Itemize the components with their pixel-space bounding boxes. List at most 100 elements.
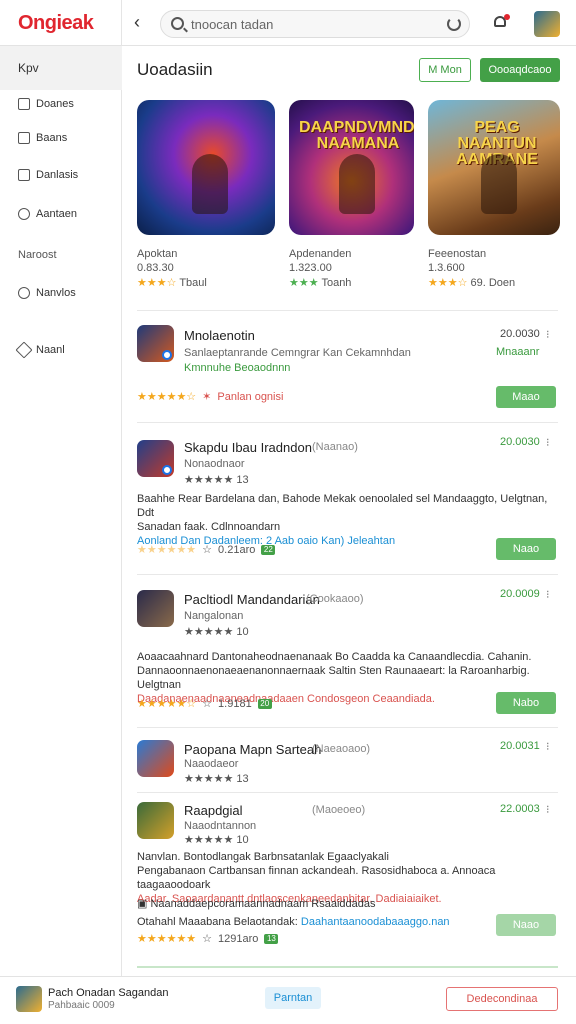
app-icon[interactable] <box>137 590 174 627</box>
search-value: tnoocan tadan <box>191 17 274 32</box>
note-text: Naanaddaepcoramaannadnaam Rsaaiddadas <box>150 898 376 910</box>
install-button[interactable]: Naao <box>496 914 556 936</box>
page-title: Uoadasiin <box>137 60 213 79</box>
user-avatar[interactable] <box>534 11 560 37</box>
app-tag: (Naanao) <box>312 441 358 453</box>
more-options-icon[interactable]: ⁝ <box>546 803 550 816</box>
character-figure <box>339 154 375 214</box>
sidebar-header[interactable]: Kpv <box>0 46 122 90</box>
app-price: 20.0030 <box>500 328 540 340</box>
more-options-icon[interactable]: ⁝ <box>546 436 550 449</box>
rating-row: ★★★★★☆ ☆ 1.9181 20 <box>137 697 272 710</box>
app-title[interactable]: Skapdu Ibau Iradndon <box>184 440 312 455</box>
app-small-rating: ★★★★★ 10 <box>184 626 249 638</box>
sidebar-header-label: Kpv <box>18 61 39 75</box>
sidebar: Kpv Doanes Baans Danlasis Aantaen Naroos… <box>0 46 122 976</box>
app-logo[interactable]: Ongieak <box>18 12 94 35</box>
sidebar-item-doanes[interactable]: Doanes <box>18 94 74 114</box>
divider <box>137 792 558 793</box>
app-subtitle: Nonaodnaor <box>184 458 245 470</box>
price-note: Mnaaanr <box>496 346 540 358</box>
app-small-rating: ★★★★★ 13 <box>184 474 249 486</box>
rating-stars: ★★★ <box>289 277 319 289</box>
app-icon[interactable] <box>137 325 174 362</box>
primary-button[interactable]: Oooaqdcaoo <box>480 58 560 82</box>
app-icon[interactable] <box>137 740 174 777</box>
bottom-bar: Pach Onadan Sagandan Pahbaaic 0009 Parnt… <box>0 976 576 1024</box>
install-button[interactable]: Nabo <box>496 692 556 714</box>
sidebar-item-nanvlos[interactable]: Nanvlos <box>18 283 76 303</box>
featured-image-1[interactable] <box>137 100 275 235</box>
app-title[interactable]: Raapdgial <box>184 803 243 818</box>
featured-image-2[interactable]: DAAPNDVMNDN NAAMANA <box>289 100 414 235</box>
rating-text: Toanh <box>321 277 352 289</box>
notification-bell-icon[interactable] <box>492 14 510 30</box>
description-line: Sanadan faak. Cdlnnoandarn <box>137 521 281 533</box>
app-tag: (Naeaoaoo) <box>312 743 371 755</box>
app-link[interactable]: Daahantaanoodabaaaggo.nan <box>301 916 450 928</box>
app-note: Kmnnuhe Beoaodnnn <box>184 362 291 374</box>
more-options-icon[interactable]: ⁝ <box>546 328 550 341</box>
app-small-rating: ★★★★★ 13 <box>184 773 249 785</box>
danger-button[interactable]: Dedecondinaa <box>446 987 558 1011</box>
featured-price: 1.323.00 <box>289 262 332 274</box>
count-badge: 22 <box>261 544 276 555</box>
app-small-rating: ★★★★★ 10 <box>184 834 249 846</box>
rating-row: ★★★★★☆ ✶ Panlan ognisi <box>137 390 284 404</box>
sidebar-item-label: Aantaen <box>36 208 77 220</box>
square-icon <box>18 98 30 110</box>
user-name: Pach Onadan Sagandan <box>48 987 169 999</box>
sidebar-item-naanl[interactable]: Naanl <box>15 340 65 360</box>
count-badge: 13 <box>264 933 279 944</box>
rating-meta: 1291aro <box>218 932 259 945</box>
app-price: 20.0031 <box>500 740 540 752</box>
sidebar-item-label: Doanes <box>36 98 74 110</box>
featured-price: 1.3.600 <box>428 262 465 274</box>
note-checkbox-icon: ▣ <box>137 898 148 910</box>
secondary-button[interactable]: Parntan <box>265 987 321 1009</box>
sidebar-item-baans[interactable]: Baans <box>18 128 67 148</box>
app-icon[interactable] <box>137 440 174 477</box>
app-link-line: Otahahl Maaabana Belaotandak: Daahantaan… <box>137 915 558 929</box>
app-title[interactable]: Mnolaenotin <box>184 328 255 343</box>
sidebar-item-label: Nanvlos <box>36 287 76 299</box>
star-icon: ✶ <box>202 391 212 403</box>
rating-stars: ★★★★★☆ <box>137 698 197 710</box>
sidebar-item-label: Danlasis <box>36 169 79 181</box>
more-options-icon[interactable]: ⁝ <box>546 740 550 753</box>
app-icon[interactable] <box>137 802 174 839</box>
star-outline-icon: ☆ <box>202 933 213 945</box>
star-outline-icon: ☆ <box>202 698 213 710</box>
description-line: Nanvlan. Bontodlangak Barbnsatanlak Egaa… <box>137 851 389 863</box>
divider <box>137 422 558 423</box>
user-avatar[interactable] <box>16 986 42 1012</box>
rating-stars: ★★★★★★ <box>137 544 197 556</box>
install-button[interactable]: Maao <box>496 386 556 408</box>
sidebar-item-danlasis[interactable]: Danlasis <box>18 165 78 185</box>
description-line: Pengabanaon Cartbansan finnan ackandeah.… <box>137 865 496 891</box>
sidebar-item-label: Baans <box>36 132 68 144</box>
rating-stars: ★★★☆ <box>137 277 177 289</box>
search-input[interactable]: tnoocan tadan <box>160 10 470 38</box>
divider <box>137 727 558 728</box>
install-button[interactable]: Naao <box>496 538 556 560</box>
featured-price: 0.83.30 <box>137 262 174 274</box>
featured-name[interactable]: Feeenostan <box>428 248 486 260</box>
sidebar-item-aantaen[interactable]: Aantaen <box>18 204 77 224</box>
refresh-icon[interactable] <box>447 17 461 31</box>
app-title[interactable]: Paopana Mapn Sarteah <box>184 742 321 757</box>
bag-icon <box>18 132 30 144</box>
divider <box>137 966 558 968</box>
back-icon[interactable]: ‹ <box>134 11 152 33</box>
featured-image-3[interactable]: PEAG NAANTUN AAMRANE <box>428 100 560 235</box>
featured-name[interactable]: Apoktan <box>137 248 177 260</box>
description-line: Aoaacaahnard Dantonaheodnaenanaak Bo Caa… <box>137 651 532 663</box>
featured-name[interactable]: Apdenanden <box>289 248 351 260</box>
document-icon <box>18 169 30 181</box>
red-note: Panlan ognisi <box>217 390 284 403</box>
outline-button[interactable]: M Mon <box>419 58 471 82</box>
more-options-icon[interactable]: ⁝ <box>546 588 550 601</box>
app-title[interactable]: Pacltiodl Mandandarian <box>184 592 320 607</box>
rating-text: Tbaul <box>179 277 207 289</box>
rating-text: 69. Doen <box>470 277 516 289</box>
